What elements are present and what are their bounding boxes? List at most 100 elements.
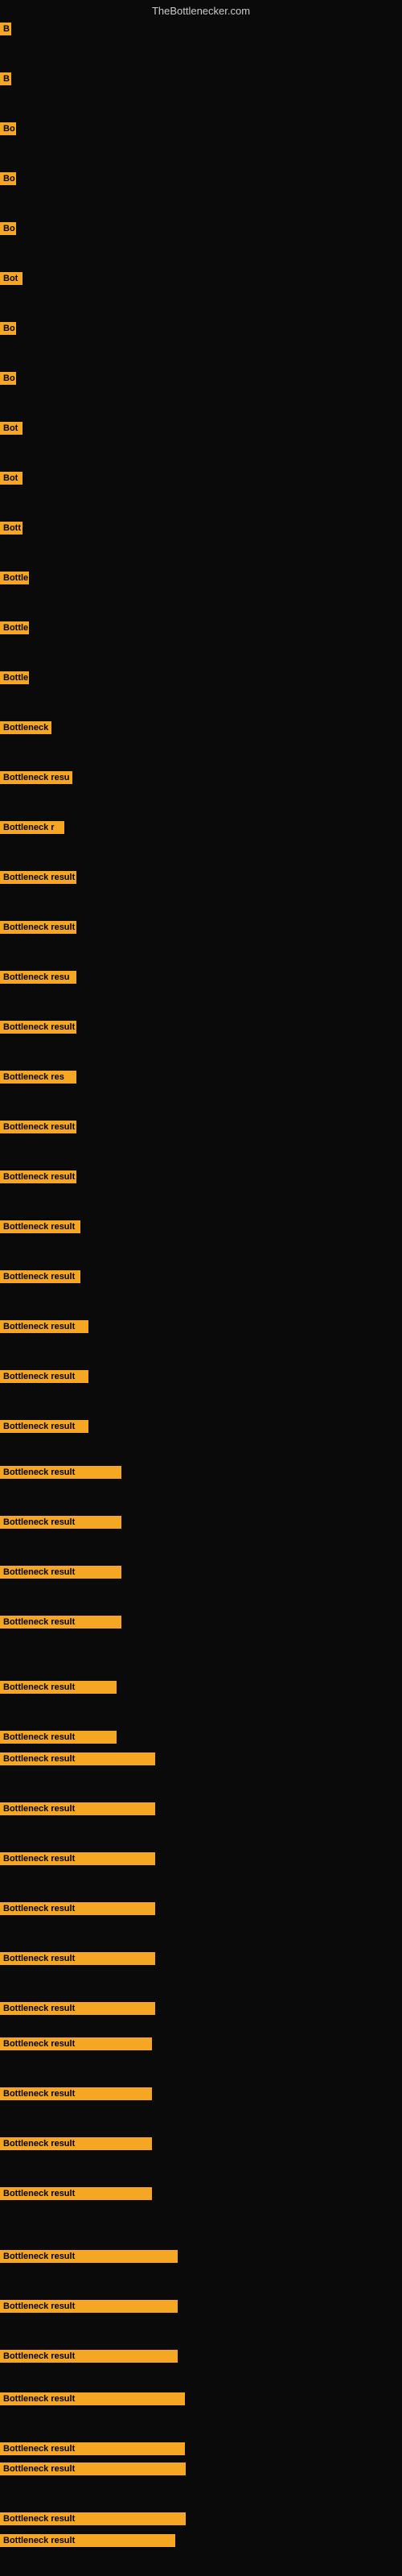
bottleneck-badge-50[interactable]: Bottleneck result <box>0 2462 186 2475</box>
badge-container-27: Bottleneck result <box>0 1370 88 1387</box>
badge-container-21: Bottleneck res <box>0 1071 76 1088</box>
bottleneck-badge-33[interactable]: Bottleneck result <box>0 1681 117 1694</box>
bottleneck-badge-43[interactable]: Bottleneck result <box>0 2137 152 2150</box>
badge-container-51: Bottleneck result <box>0 2512 186 2529</box>
bottleneck-badge-35[interactable]: Bottleneck result <box>0 1752 155 1765</box>
bottleneck-badge-44[interactable]: Bottleneck result <box>0 2187 152 2200</box>
badge-container-28: Bottleneck result <box>0 1420 88 1437</box>
bottleneck-badge-53[interactable]: Bottleneck result <box>0 2534 175 2547</box>
bottleneck-badge-9[interactable]: Bot <box>0 472 23 485</box>
badge-container-5: Bot <box>0 272 23 289</box>
badge-container-32: Bottleneck result <box>0 1616 121 1633</box>
site-title: TheBottlenecker.com <box>152 5 250 17</box>
bottleneck-badge-40[interactable]: Bottleneck result <box>0 2002 155 2015</box>
bottleneck-badge-18[interactable]: Bottleneck result <box>0 921 76 934</box>
badge-container-15: Bottleneck resu <box>0 771 72 788</box>
badge-container-2: Bo <box>0 122 16 139</box>
badge-container-47: Bottleneck result <box>0 2350 178 2367</box>
badge-container-33: Bottleneck result <box>0 1681 117 1698</box>
badge-container-26: Bottleneck result <box>0 1320 88 1337</box>
badge-container-17: Bottleneck result <box>0 871 76 888</box>
bottleneck-badge-14[interactable]: Bottleneck <box>0 721 51 734</box>
bottleneck-badge-16[interactable]: Bottleneck r <box>0 821 64 834</box>
badge-container-7: Bo <box>0 372 16 389</box>
bottleneck-badge-46[interactable]: Bottleneck result <box>0 2300 178 2313</box>
badge-container-25: Bottleneck result <box>0 1270 80 1287</box>
badge-container-12: Bottle <box>0 621 29 638</box>
bottleneck-badge-29[interactable]: Bottleneck result <box>0 1466 121 1479</box>
bottleneck-badge-8[interactable]: Bot <box>0 422 23 435</box>
bottleneck-badge-37[interactable]: Bottleneck result <box>0 1852 155 1865</box>
badge-container-20: Bottleneck result <box>0 1021 76 1038</box>
bottleneck-badge-1[interactable]: B <box>0 72 11 85</box>
bottleneck-badge-19[interactable]: Bottleneck resu <box>0 971 76 984</box>
badge-container-8: Bot <box>0 422 23 439</box>
bottleneck-badge-6[interactable]: Bo <box>0 322 16 335</box>
bottleneck-badge-38[interactable]: Bottleneck result <box>0 1902 155 1915</box>
bottleneck-badge-5[interactable]: Bot <box>0 272 23 285</box>
bottleneck-badge-34[interactable]: Bottleneck result <box>0 1731 117 1744</box>
bottleneck-badge-4[interactable]: Bo <box>0 222 16 235</box>
bottleneck-badge-15[interactable]: Bottleneck resu <box>0 771 72 784</box>
bottleneck-badge-21[interactable]: Bottleneck res <box>0 1071 76 1084</box>
bottleneck-badge-11[interactable]: Bottle <box>0 572 29 584</box>
bottleneck-badge-30[interactable]: Bottleneck result <box>0 1516 121 1529</box>
bottleneck-badge-13[interactable]: Bottle <box>0 671 29 684</box>
bottleneck-badge-45[interactable]: Bottleneck result <box>0 2250 178 2263</box>
badge-container-18: Bottleneck result <box>0 921 76 938</box>
bottleneck-badge-51[interactable]: Bottleneck result <box>0 2512 186 2525</box>
badge-container-0: B <box>0 23 11 39</box>
badge-container-10: Bott <box>0 522 23 539</box>
bottleneck-badge-31[interactable]: Bottleneck result <box>0 1566 121 1579</box>
badge-container-40: Bottleneck result <box>0 2002 155 2019</box>
bottleneck-badge-49[interactable]: Bottleneck result <box>0 2442 185 2455</box>
badge-container-46: Bottleneck result <box>0 2300 178 2317</box>
badge-container-24: Bottleneck result <box>0 1220 80 1237</box>
bottleneck-badge-26[interactable]: Bottleneck result <box>0 1320 88 1333</box>
badge-container-50: Bottleneck result <box>0 2462 186 2479</box>
badge-container-31: Bottleneck result <box>0 1566 121 1583</box>
badge-container-22: Bottleneck result <box>0 1121 76 1137</box>
bottleneck-badge-10[interactable]: Bott <box>0 522 23 535</box>
badge-container-13: Bottle <box>0 671 29 688</box>
bottleneck-badge-36[interactable]: Bottleneck result <box>0 1802 155 1815</box>
bottleneck-badge-23[interactable]: Bottleneck result <box>0 1170 76 1183</box>
bottleneck-badge-42[interactable]: Bottleneck result <box>0 2087 152 2100</box>
bottleneck-badge-24[interactable]: Bottleneck result <box>0 1220 80 1233</box>
bottleneck-badge-12[interactable]: Bottle <box>0 621 29 634</box>
bottleneck-badge-25[interactable]: Bottleneck result <box>0 1270 80 1283</box>
bottleneck-badge-48[interactable]: Bottleneck result <box>0 2392 185 2405</box>
bottleneck-badge-32[interactable]: Bottleneck result <box>0 1616 121 1629</box>
bottleneck-badge-20[interactable]: Bottleneck result <box>0 1021 76 1034</box>
badge-container-48: Bottleneck result <box>0 2392 185 2409</box>
bottleneck-badge-28[interactable]: Bottleneck result <box>0 1420 88 1433</box>
badge-container-1: B <box>0 72 11 89</box>
badge-container-34: Bottleneck result <box>0 1731 117 1748</box>
badge-container-14: Bottleneck <box>0 721 51 738</box>
badge-container-53: Bottleneck result <box>0 2534 175 2551</box>
badge-container-6: Bo <box>0 322 16 339</box>
bottleneck-badge-17[interactable]: Bottleneck result <box>0 871 76 884</box>
bottleneck-badge-41[interactable]: Bottleneck result <box>0 2037 152 2050</box>
bottleneck-badge-39[interactable]: Bottleneck result <box>0 1952 155 1965</box>
bottleneck-badge-47[interactable]: Bottleneck result <box>0 2350 178 2363</box>
badge-container-41: Bottleneck result <box>0 2037 152 2054</box>
bottleneck-badge-22[interactable]: Bottleneck result <box>0 1121 76 1133</box>
badge-container-37: Bottleneck result <box>0 1852 155 1869</box>
badge-container-19: Bottleneck resu <box>0 971 76 988</box>
badge-container-36: Bottleneck result <box>0 1802 155 1819</box>
badge-container-42: Bottleneck result <box>0 2087 152 2104</box>
badge-container-3: Bo <box>0 172 16 189</box>
badge-container-38: Bottleneck result <box>0 1902 155 1919</box>
bottleneck-badge-7[interactable]: Bo <box>0 372 16 385</box>
badge-container-4: Bo <box>0 222 16 239</box>
badge-container-44: Bottleneck result <box>0 2187 152 2204</box>
bottleneck-badge-3[interactable]: Bo <box>0 172 16 185</box>
bottleneck-badge-0[interactable]: B <box>0 23 11 35</box>
badge-container-11: Bottle <box>0 572 29 588</box>
bottleneck-badge-27[interactable]: Bottleneck result <box>0 1370 88 1383</box>
bottleneck-badge-2[interactable]: Bo <box>0 122 16 135</box>
badge-container-39: Bottleneck result <box>0 1952 155 1969</box>
badge-container-49: Bottleneck result <box>0 2442 185 2459</box>
badge-container-9: Bot <box>0 472 23 489</box>
